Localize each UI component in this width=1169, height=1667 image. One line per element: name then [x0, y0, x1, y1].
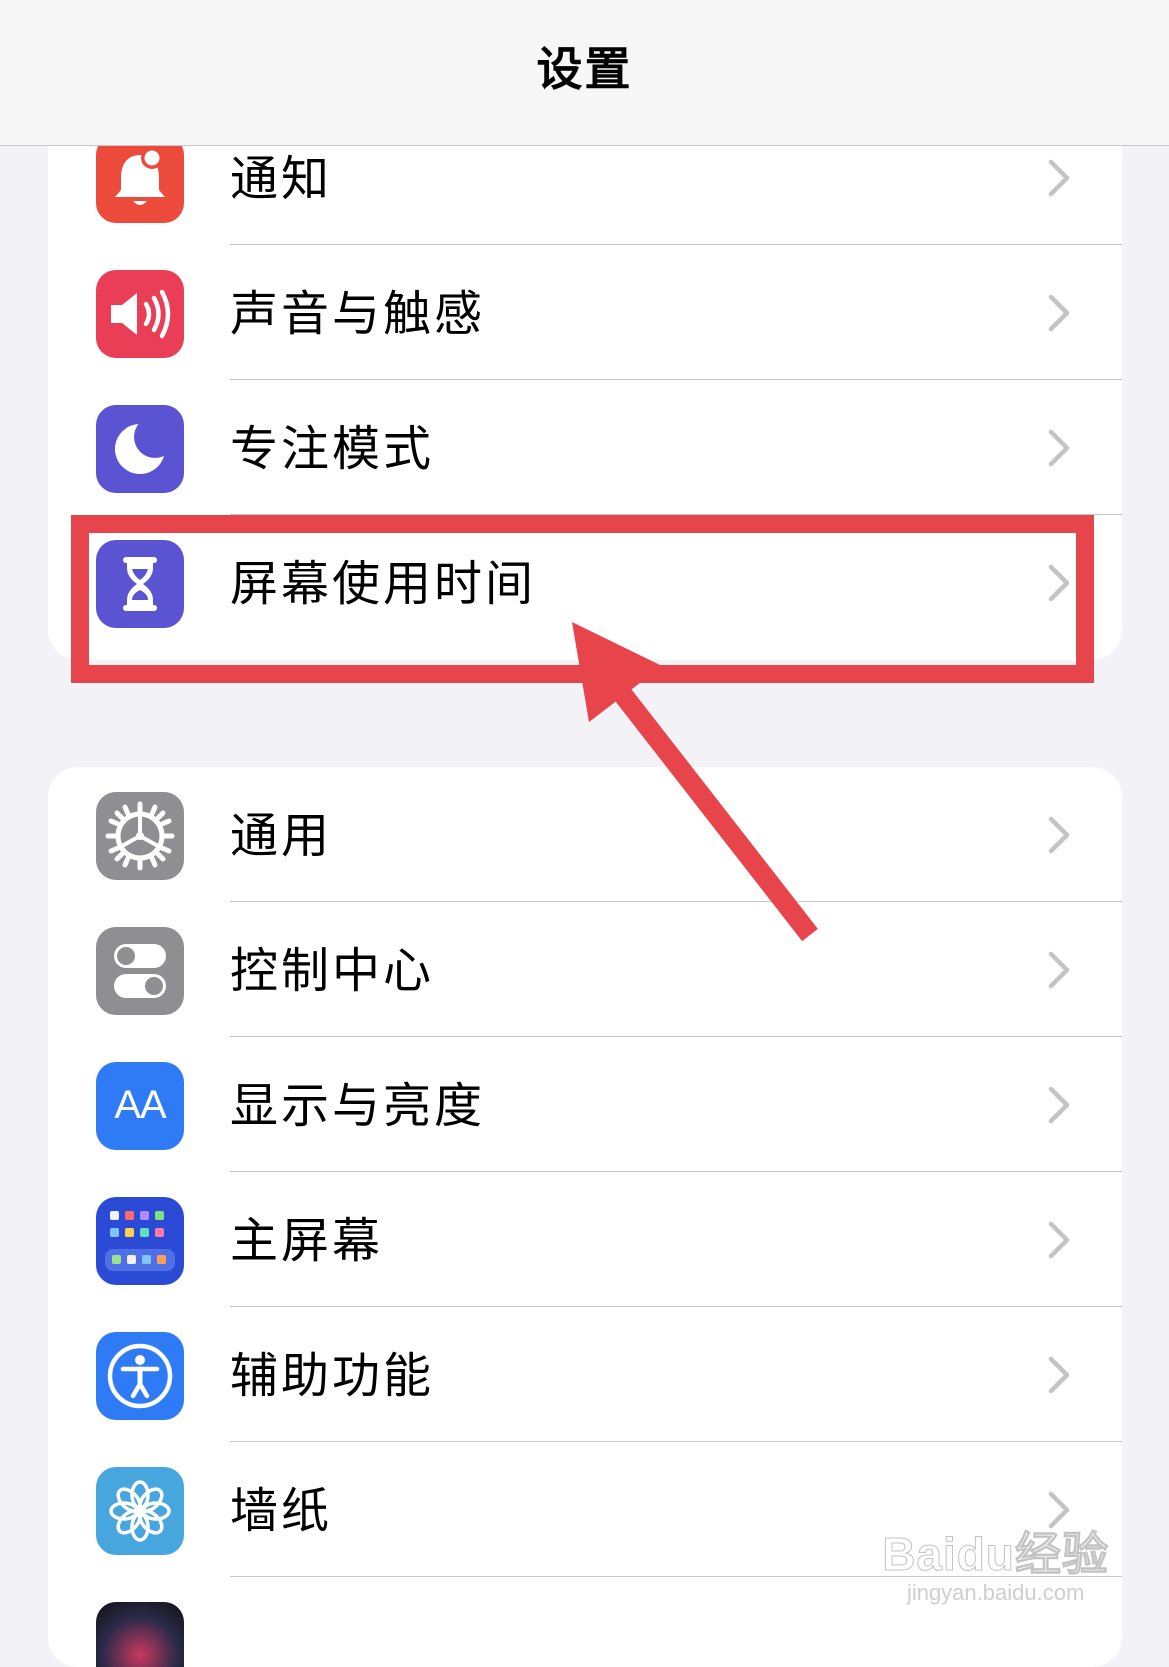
settings-row-label: 辅助功能 — [230, 1348, 435, 1404]
settings-row-display-brightness[interactable]: AA 显示与亮度 — [48, 1037, 1122, 1172]
settings-row-label: 屏幕使用时间 — [230, 556, 537, 612]
settings-row-screen-time[interactable]: 屏幕使用时间 — [48, 515, 1122, 650]
navigation-bar: 设置 — [0, 0, 1169, 146]
siri-icon — [96, 1602, 184, 1667]
flower-icon — [96, 1467, 184, 1555]
speaker-icon — [96, 270, 184, 358]
settings-group-1: 通知 声音与触感 专注模式 屏幕使用时间 — [48, 104, 1122, 660]
settings-row-label: 声音与触感 — [230, 286, 486, 342]
bell-icon — [96, 135, 184, 223]
chevron-right-icon — [1048, 294, 1070, 332]
settings-group-2: 通用 控制中心 AA 显示与亮度 主屏幕 辅助功能 墙纸 — [48, 767, 1122, 1667]
settings-row-partial[interactable] — [48, 1577, 1122, 1667]
settings-row-label: 主屏幕 — [230, 1213, 384, 1269]
chevron-right-icon — [1048, 1491, 1070, 1529]
moon-icon — [96, 405, 184, 493]
text-size-icon: AA — [96, 1062, 184, 1150]
settings-row-label: 控制中心 — [230, 943, 435, 999]
settings-row-label: 专注模式 — [230, 421, 435, 477]
chevron-right-icon — [1048, 429, 1070, 467]
chevron-right-icon — [1048, 1221, 1070, 1259]
chevron-right-icon — [1048, 564, 1070, 602]
settings-row-label: 墙纸 — [230, 1483, 333, 1539]
chevron-right-icon — [1048, 1086, 1070, 1124]
settings-row-label: 通用 — [230, 808, 333, 864]
settings-row-control-center[interactable]: 控制中心 — [48, 902, 1122, 1037]
chevron-right-icon — [1048, 1356, 1070, 1394]
settings-row-sounds-haptics[interactable]: 声音与触感 — [48, 245, 1122, 380]
settings-row-home-screen[interactable]: 主屏幕 — [48, 1172, 1122, 1307]
settings-row-focus[interactable]: 专注模式 — [48, 380, 1122, 515]
settings-row-accessibility[interactable]: 辅助功能 — [48, 1307, 1122, 1442]
settings-row-wallpaper[interactable]: 墙纸 — [48, 1442, 1122, 1577]
hourglass-icon — [96, 540, 184, 628]
chevron-right-icon — [1048, 951, 1070, 989]
chevron-right-icon — [1048, 159, 1070, 197]
settings-row-label: 显示与亮度 — [230, 1078, 486, 1134]
settings-row-general[interactable]: 通用 — [48, 767, 1122, 902]
app-grid-icon — [96, 1197, 184, 1285]
chevron-right-icon — [1048, 816, 1070, 854]
toggles-icon — [96, 927, 184, 1015]
gear-icon — [96, 792, 184, 880]
accessibility-icon — [96, 1332, 184, 1420]
page-title: 设置 — [536, 41, 633, 96]
text-size-glyph: AA — [114, 1082, 166, 1127]
